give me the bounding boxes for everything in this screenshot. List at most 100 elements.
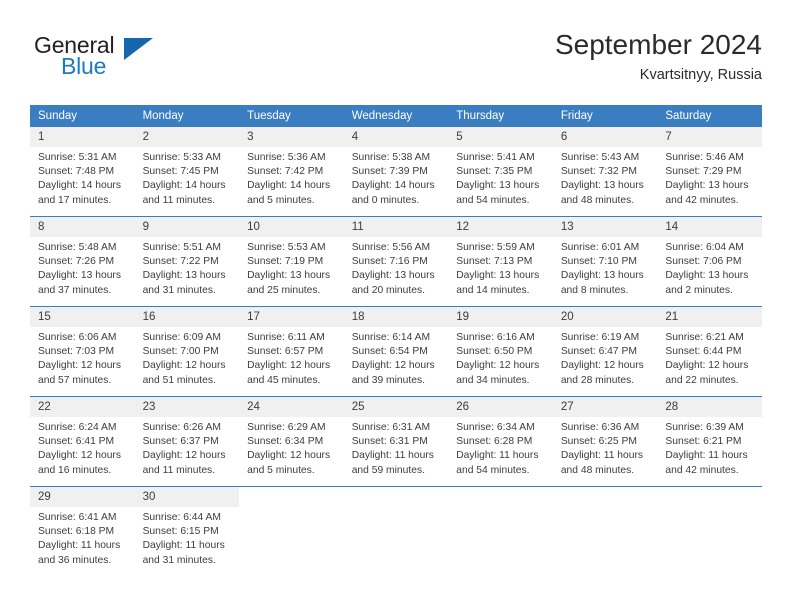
- day-sun-info: Sunrise: 6:41 AM Sunset: 6:18 PM Daylight:…: [30, 507, 135, 568]
- daylight-duration-line1: Daylight: 14 hours: [38, 180, 121, 192]
- sunrise-time: Sunrise: 6:16 AM: [456, 332, 535, 343]
- day-sun-info: Sunrise: 5:31 AM Sunset: 7:48 PM Daylight:…: [30, 147, 135, 208]
- daylight-duration-line2: and 39 minutes.: [351, 374, 425, 386]
- calendar-day-cell[interactable]: 12 Sunrise: 5:59 AM Sunset: 7:13 PM Dayligh…: [448, 216, 553, 307]
- calendar-day-cell[interactable]: 11 Sunrise: 5:56 AM Sunset: 7:16 PM Dayligh…: [343, 216, 449, 307]
- calendar-day-cell[interactable]: 27 Sunrise: 6:36 AM Sunset: 6:25 PM Dayligh…: [552, 396, 658, 487]
- day-number: 2: [134, 127, 240, 147]
- sunset-time: Sunset: 6:31 PM: [351, 436, 428, 448]
- calendar-day-cell[interactable]: 8 Sunrise: 5:48 AM Sunset: 7:26 PM Daylight…: [30, 216, 135, 307]
- sunset-time: Sunset: 7:32 PM: [560, 166, 637, 178]
- general-blue-logo[interactable]: General Blue: [34, 32, 154, 84]
- sunrise-time: Sunrise: 5:33 AM: [142, 152, 221, 163]
- calendar-day-cell[interactable]: 1 Sunrise: 5:31 AM Sunset: 7:48 PM Daylight…: [30, 127, 135, 217]
- sunset-time: Sunset: 7:13 PM: [456, 256, 533, 268]
- day-sun-info: Sunrise: 6:29 AM Sunset: 6:34 PM Daylight:…: [239, 417, 344, 478]
- day-number: 13: [552, 217, 658, 237]
- day-number: 14: [657, 217, 762, 237]
- day-sun-info: Sunrise: 6:09 AM Sunset: 7:00 PM Daylight:…: [135, 327, 240, 388]
- calendar-page: General Blue September 2024 Kvartsitnyy,…: [0, 0, 792, 612]
- day-sun-info: Sunrise: 6:31 AM Sunset: 6:31 PM Daylight:…: [344, 417, 449, 478]
- day-number: 15: [30, 307, 135, 327]
- calendar-day-cell[interactable]: 7 Sunrise: 5:46 AM Sunset: 7:29 PM Daylight…: [657, 127, 762, 217]
- sunrise-time: Sunrise: 6:39 AM: [665, 422, 744, 433]
- sunset-time: Sunset: 7:48 PM: [38, 166, 115, 178]
- calendar-day-cell[interactable]: 14 Sunrise: 6:04 AM Sunset: 7:06 PM Dayligh…: [657, 216, 762, 307]
- calendar-day-cell[interactable]: 22 Sunrise: 6:24 AM Sunset: 6:41 PM Dayligh…: [30, 396, 135, 487]
- daylight-duration-line2: and 14 minutes.: [456, 284, 530, 296]
- calendar-day-cell[interactable]: 18 Sunrise: 6:14 AM Sunset: 6:54 PM Dayligh…: [343, 306, 449, 397]
- daylight-duration-line2: and 28 minutes.: [560, 374, 635, 386]
- calendar-day-cell[interactable]: 2 Sunrise: 5:33 AM Sunset: 7:45 PM Daylight…: [134, 127, 240, 217]
- sunrise-time: Sunrise: 6:06 AM: [38, 332, 117, 343]
- calendar-day-cell[interactable]: 23 Sunrise: 6:26 AM Sunset: 6:37 PM Dayligh…: [134, 396, 240, 487]
- sunrise-time: Sunrise: 6:26 AM: [142, 422, 221, 433]
- logo-triangle-icon: [124, 38, 153, 60]
- sunset-time: Sunset: 7:16 PM: [351, 256, 428, 268]
- weekday-header-saturday: Saturday: [657, 105, 762, 127]
- calendar-day-cell[interactable]: 15 Sunrise: 6:06 AM Sunset: 7:03 PM Dayligh…: [30, 306, 135, 397]
- daylight-duration-line1: Daylight: 12 hours: [665, 360, 749, 372]
- daylight-duration-line2: and 42 minutes.: [665, 194, 739, 206]
- weekday-header-friday: Friday: [552, 105, 658, 127]
- calendar-day-cell[interactable]: 3 Sunrise: 5:36 AM Sunset: 7:42 PM Daylight…: [239, 127, 344, 217]
- sunset-time: Sunset: 6:44 PM: [665, 346, 742, 358]
- daylight-duration-line1: Daylight: 13 hours: [142, 270, 226, 282]
- daylight-duration-line1: Daylight: 12 hours: [38, 360, 121, 372]
- sunset-time: Sunset: 7:26 PM: [38, 256, 115, 268]
- daylight-duration-line2: and 34 minutes.: [456, 374, 530, 386]
- calendar-day-cell[interactable]: 24 Sunrise: 6:29 AM Sunset: 6:34 PM Dayligh…: [239, 396, 344, 487]
- sunset-time: Sunset: 6:18 PM: [38, 526, 115, 538]
- day-number: 28: [657, 397, 762, 417]
- day-sun-info: Sunrise: 5:33 AM Sunset: 7:45 PM Daylight:…: [135, 147, 240, 208]
- day-number: [239, 487, 344, 507]
- day-number: 4: [343, 127, 449, 147]
- calendar-day-cell[interactable]: 21 Sunrise: 6:21 AM Sunset: 6:44 PM Dayligh…: [657, 306, 762, 397]
- daylight-duration-line1: Daylight: 12 hours: [351, 360, 435, 372]
- day-number: 18: [343, 307, 449, 327]
- daylight-duration-line1: Daylight: 12 hours: [560, 360, 644, 372]
- calendar-day-cell[interactable]: 29 Sunrise: 6:41 AM Sunset: 6:18 PM Dayligh…: [30, 486, 135, 576]
- sunrise-time: Sunrise: 6:01 AM: [560, 242, 640, 253]
- daylight-duration-line2: and 11 minutes.: [142, 464, 216, 476]
- sunset-time: Sunset: 6:47 PM: [560, 346, 637, 358]
- calendar-day-cell[interactable]: 30 Sunrise: 6:44 AM Sunset: 6:15 PM Dayligh…: [134, 486, 240, 576]
- day-number: [344, 487, 449, 507]
- sunrise-time: Sunrise: 6:19 AM: [560, 332, 640, 343]
- calendar-day-cell[interactable]: 5 Sunrise: 5:41 AM Sunset: 7:35 PM Daylight…: [448, 127, 553, 217]
- calendar-day-cell[interactable]: 26 Sunrise: 6:34 AM Sunset: 6:28 PM Dayligh…: [448, 396, 553, 487]
- calendar-day-cell[interactable]: 28 Sunrise: 6:39 AM Sunset: 6:21 PM Dayligh…: [657, 396, 762, 487]
- day-sun-info: Sunrise: 6:39 AM Sunset: 6:21 PM Daylight:…: [657, 417, 762, 478]
- daylight-duration-line2: and 20 minutes.: [351, 284, 425, 296]
- day-number: 19: [448, 307, 553, 327]
- page-title: September 2024: [554, 29, 762, 60]
- sunrise-time: Sunrise: 5:56 AM: [351, 242, 431, 253]
- weekday-header-sunday: Sunday: [30, 105, 135, 127]
- calendar-day-cell[interactable]: 9 Sunrise: 5:51 AM Sunset: 7:22 PM Daylight…: [134, 216, 240, 307]
- daylight-duration-line1: Daylight: 11 hours: [665, 450, 748, 462]
- day-sun-info: Sunrise: 5:56 AM Sunset: 7:16 PM Daylight:…: [344, 237, 449, 298]
- calendar-day-cell[interactable]: 20 Sunrise: 6:19 AM Sunset: 6:47 PM Dayligh…: [552, 306, 658, 397]
- calendar-day-cell[interactable]: 10 Sunrise: 5:53 AM Sunset: 7:19 PM Dayligh…: [239, 216, 344, 307]
- weekday-header-thursday: Thursday: [448, 105, 553, 127]
- day-sun-info: Sunrise: 5:38 AM Sunset: 7:39 PM Daylight:…: [344, 147, 449, 208]
- daylight-duration-line2: and 57 minutes.: [38, 374, 112, 386]
- calendar-day-cell[interactable]: 16 Sunrise: 6:09 AM Sunset: 7:00 PM Dayligh…: [134, 306, 240, 397]
- calendar-week-row: 15 Sunrise: 6:06 AM Sunset: 7:03 PM Dayligh…: [30, 306, 762, 397]
- sunrise-time: Sunrise: 6:29 AM: [247, 422, 326, 433]
- day-number: 6: [552, 127, 658, 147]
- day-sun-info: Sunrise: 6:21 AM Sunset: 6:44 PM Daylight:…: [657, 327, 762, 388]
- daylight-duration-line2: and 31 minutes.: [142, 284, 216, 296]
- calendar-day-cell[interactable]: 6 Sunrise: 5:43 AM Sunset: 7:32 PM Daylight…: [552, 127, 658, 217]
- calendar-day-cell[interactable]: 17 Sunrise: 6:11 AM Sunset: 6:57 PM Dayligh…: [239, 306, 344, 397]
- sunset-time: Sunset: 7:00 PM: [142, 346, 219, 358]
- daylight-duration-line2: and 22 minutes.: [665, 374, 739, 386]
- day-number: 30: [134, 487, 240, 507]
- calendar-day-cell[interactable]: 4 Sunrise: 5:38 AM Sunset: 7:39 PM Daylight…: [343, 127, 449, 217]
- calendar-day-cell[interactable]: 13 Sunrise: 6:01 AM Sunset: 7:10 PM Dayligh…: [552, 216, 658, 307]
- day-number: [657, 487, 762, 507]
- day-sun-info: Sunrise: 6:11 AM Sunset: 6:57 PM Daylight:…: [239, 327, 344, 388]
- calendar-day-cell[interactable]: 25 Sunrise: 6:31 AM Sunset: 6:31 PM Dayligh…: [343, 396, 449, 487]
- day-sun-info: Sunrise: 5:41 AM Sunset: 7:35 PM Daylight:…: [448, 147, 553, 208]
- calendar-day-cell[interactable]: 19 Sunrise: 6:16 AM Sunset: 6:50 PM Dayligh…: [448, 306, 553, 397]
